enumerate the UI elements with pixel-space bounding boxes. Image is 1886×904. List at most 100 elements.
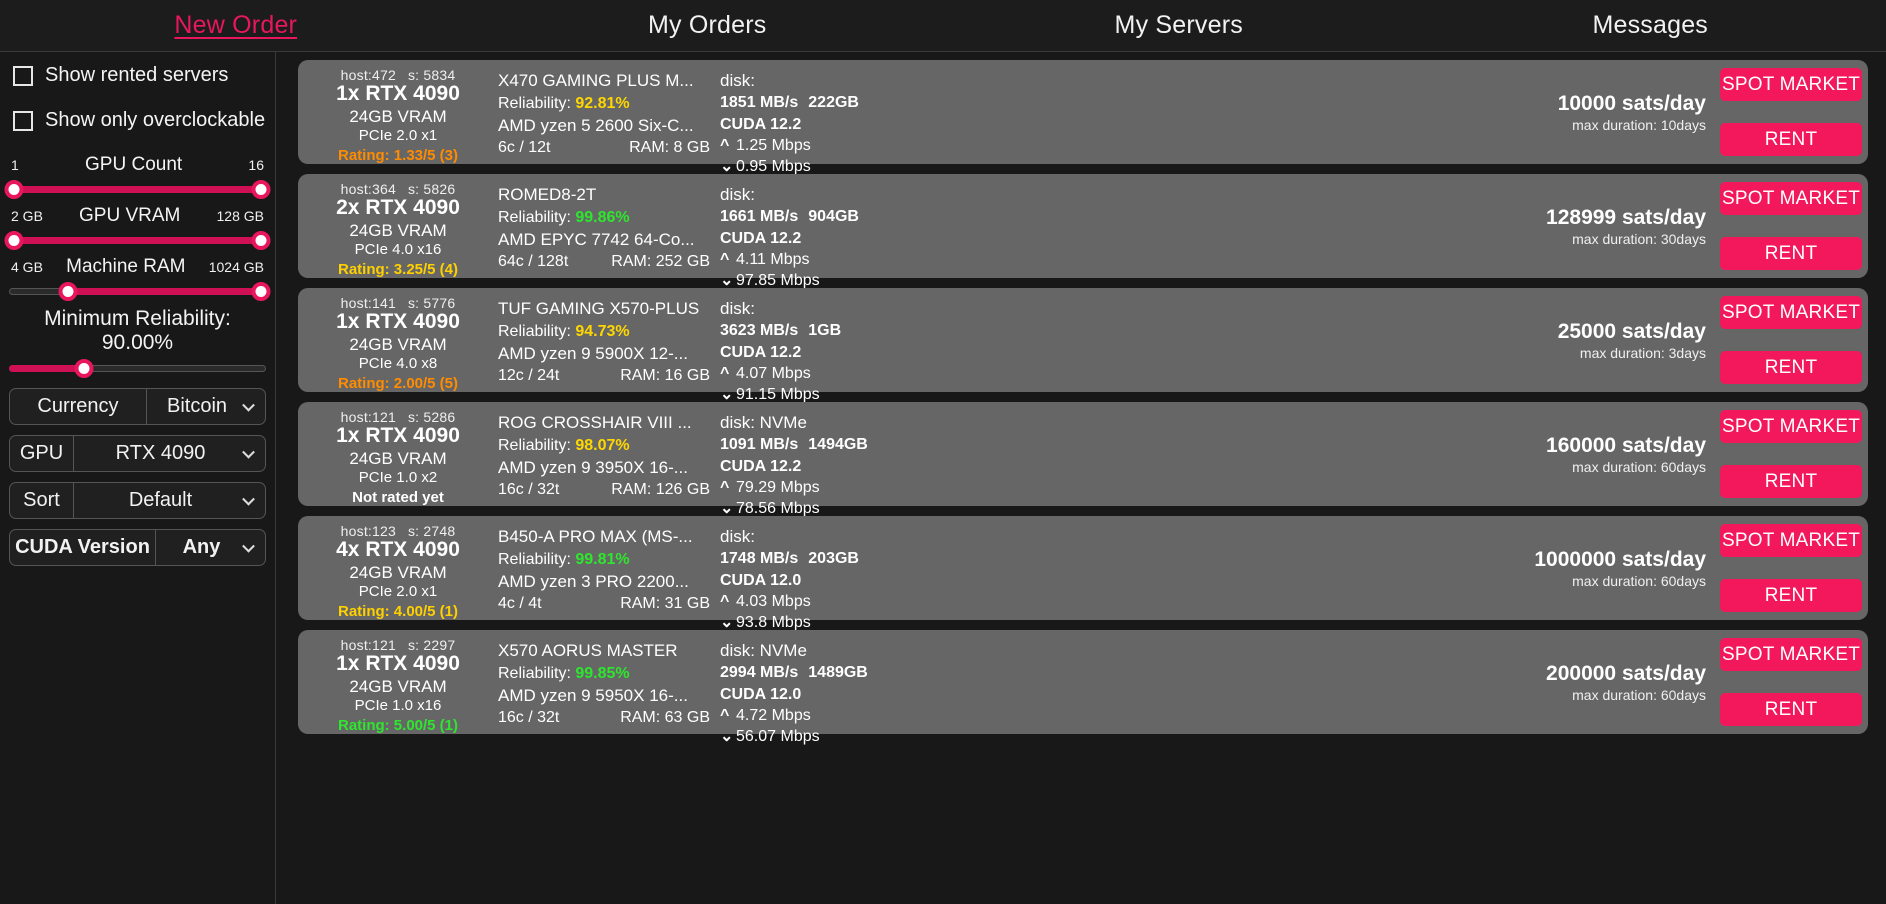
upload-speed: 4.07 Mbps (736, 365, 811, 382)
reliability-line: Reliability: 98.07% (498, 435, 714, 457)
reliability-line: Reliability: 99.86% (498, 207, 714, 229)
machine-column: TUF GAMING X570-PLUSReliability: 94.73%A… (498, 288, 714, 392)
price-column: 1000000 sats/daymax duration: 60days (914, 516, 1720, 620)
download-speed: 56.07 Mbps (736, 728, 820, 745)
reliability-line: Reliability: 94.73% (498, 321, 714, 343)
reliability-value: 99.85% (575, 665, 629, 682)
slider-knob-min[interactable] (59, 282, 78, 301)
spot-market-button[interactable]: SPOT MARKET (1720, 410, 1862, 443)
server-listing: host:472s: 58341x RTX 409024GB VRAMPCIe … (276, 52, 1886, 904)
spot-market-button[interactable]: SPOT MARKET (1720, 524, 1862, 557)
pcie-spec: PCIe 2.0 x1 (298, 127, 498, 146)
nav-item-new-order[interactable]: New Order (0, 11, 472, 40)
slider-track[interactable] (9, 179, 266, 199)
rent-button[interactable]: RENT (1720, 237, 1862, 270)
slider-header: 2 GBGPU VRAM128 GB (9, 205, 266, 227)
server-card[interactable]: host:141s: 57761x RTX 409024GB VRAMPCIe … (298, 288, 1868, 392)
host-id: host:121 (341, 409, 396, 425)
server-id: s: 2748 (408, 523, 455, 539)
chevron-down-icon (242, 539, 255, 552)
slider-knob-max[interactable] (251, 282, 270, 301)
upload-arrow-icon: ^ (720, 705, 736, 726)
select-value-wrap[interactable]: RTX 4090 (74, 436, 265, 471)
rent-button[interactable]: RENT (1720, 351, 1862, 384)
disk-size: 904GB (808, 206, 859, 227)
server-card[interactable]: host:123s: 27484x RTX 409024GB VRAMPCIe … (298, 516, 1868, 620)
pcie-spec: PCIe 2.0 x1 (298, 583, 498, 602)
slider-gpu-count[interactable]: 1GPU Count16 (9, 154, 266, 199)
reliability-line: Reliability: 99.81% (498, 549, 714, 571)
rent-button[interactable]: RENT (1720, 693, 1862, 726)
rent-button[interactable]: RENT (1720, 579, 1862, 612)
upload-speed-line: ^4.11 Mbps (720, 249, 914, 270)
cuda-version: CUDA 12.0 (720, 684, 914, 705)
upload-speed-line: ^1.25 Mbps (720, 135, 914, 156)
upload-arrow-icon: ^ (720, 591, 736, 612)
disk-spec: 1091 MB/s1494GB (720, 434, 914, 455)
top-navigation: New OrderMy OrdersMy ServersMessages (0, 0, 1886, 52)
spot-market-button[interactable]: SPOT MARKET (1720, 182, 1862, 215)
rating-label: Rating: 4.00/5 (1) (298, 602, 498, 622)
nav-item-my-orders[interactable]: My Orders (472, 11, 944, 40)
nav-item-messages[interactable]: Messages (1415, 11, 1886, 40)
rating-label: Rating: 5.00/5 (1) (298, 716, 498, 736)
select-label: CUDA Version (10, 530, 156, 565)
slider-knob-max[interactable] (251, 180, 270, 199)
checkbox-row-0[interactable]: Show rented servers (9, 64, 266, 87)
select-value-wrap[interactable]: Any (156, 530, 265, 565)
slider-gpu-vram[interactable]: 2 GBGPU VRAM128 GB (9, 205, 266, 250)
cuda-version: CUDA 12.0 (720, 570, 914, 591)
gpu-name: 2x RTX 4090 (298, 196, 498, 220)
disk-label: disk: (720, 184, 914, 206)
slider-fill (9, 365, 84, 372)
select-value-wrap[interactable]: Default (74, 483, 265, 518)
upload-speed-line: ^79.29 Mbps (720, 477, 914, 498)
checkbox-box[interactable] (13, 111, 33, 131)
motherboard-name: X570 AORUS MASTER (498, 640, 714, 663)
slider-machine-ram[interactable]: 4 GBMachine RAM1024 GB (9, 256, 266, 301)
server-card[interactable]: host:472s: 58341x RTX 409024GB VRAMPCIe … (298, 60, 1868, 164)
core-ram-line: 4c / 4tRAM: 31 GB (498, 595, 714, 613)
cpu-cores: 16c / 32t (498, 481, 559, 499)
slider-knob-min[interactable] (5, 180, 24, 199)
spot-market-button[interactable]: SPOT MARKET (1720, 638, 1862, 671)
rent-button[interactable]: RENT (1720, 123, 1862, 156)
reliability-label: Reliability: (498, 95, 571, 112)
slider-knob-max[interactable] (251, 231, 270, 250)
disk-label: disk: NVMe (720, 412, 914, 434)
actions-column: SPOT MARKET RENT (1720, 174, 1868, 278)
disk-size: 203GB (808, 548, 859, 569)
minimum-reliability-slider[interactable] (9, 358, 266, 378)
slider-min-label: 4 GB (11, 259, 43, 275)
select-label: GPU (10, 436, 74, 471)
host-line: host:121s: 5286 (298, 409, 498, 425)
core-ram-line: 64c / 128tRAM: 252 GB (498, 253, 714, 271)
select-sort[interactable]: SortDefault (9, 482, 266, 519)
select-value-wrap[interactable]: Bitcoin (147, 389, 265, 424)
slider-knob-min[interactable] (5, 231, 24, 250)
host-line: host:472s: 5834 (298, 67, 498, 83)
slider-knob[interactable] (74, 359, 93, 378)
minimum-reliability-label: Minimum Reliability: 90.00% (9, 307, 266, 355)
select-cuda[interactable]: CUDA VersionAny (9, 529, 266, 566)
max-duration: max duration: 10days (1572, 117, 1706, 133)
checkbox-row-1[interactable]: Show only overclockable (9, 109, 266, 132)
server-card[interactable]: host:121s: 22971x RTX 409024GB VRAMPCIe … (298, 630, 1868, 734)
price-value: 25000 sats/day (1558, 320, 1706, 344)
cuda-version: CUDA 12.2 (720, 456, 914, 477)
upload-speed-line: ^4.03 Mbps (720, 591, 914, 612)
checkbox-box[interactable] (13, 66, 33, 86)
gpu-vram: 24GB VRAM (298, 106, 498, 127)
select-currency[interactable]: CurrencyBitcoin (9, 388, 266, 425)
select-gpu[interactable]: GPURTX 4090 (9, 435, 266, 472)
slider-track[interactable] (9, 230, 266, 250)
server-card[interactable]: host:121s: 52861x RTX 409024GB VRAMPCIe … (298, 402, 1868, 506)
spot-market-button[interactable]: SPOT MARKET (1720, 68, 1862, 101)
server-card[interactable]: host:364s: 58262x RTX 409024GB VRAMPCIe … (298, 174, 1868, 278)
server-id: s: 5776 (408, 295, 455, 311)
cpu-name: AMD yzen 9 3950X 16-... (498, 457, 714, 480)
spot-market-button[interactable]: SPOT MARKET (1720, 296, 1862, 329)
rent-button[interactable]: RENT (1720, 465, 1862, 498)
nav-item-my-servers[interactable]: My Servers (943, 11, 1415, 40)
slider-track[interactable] (9, 281, 266, 301)
